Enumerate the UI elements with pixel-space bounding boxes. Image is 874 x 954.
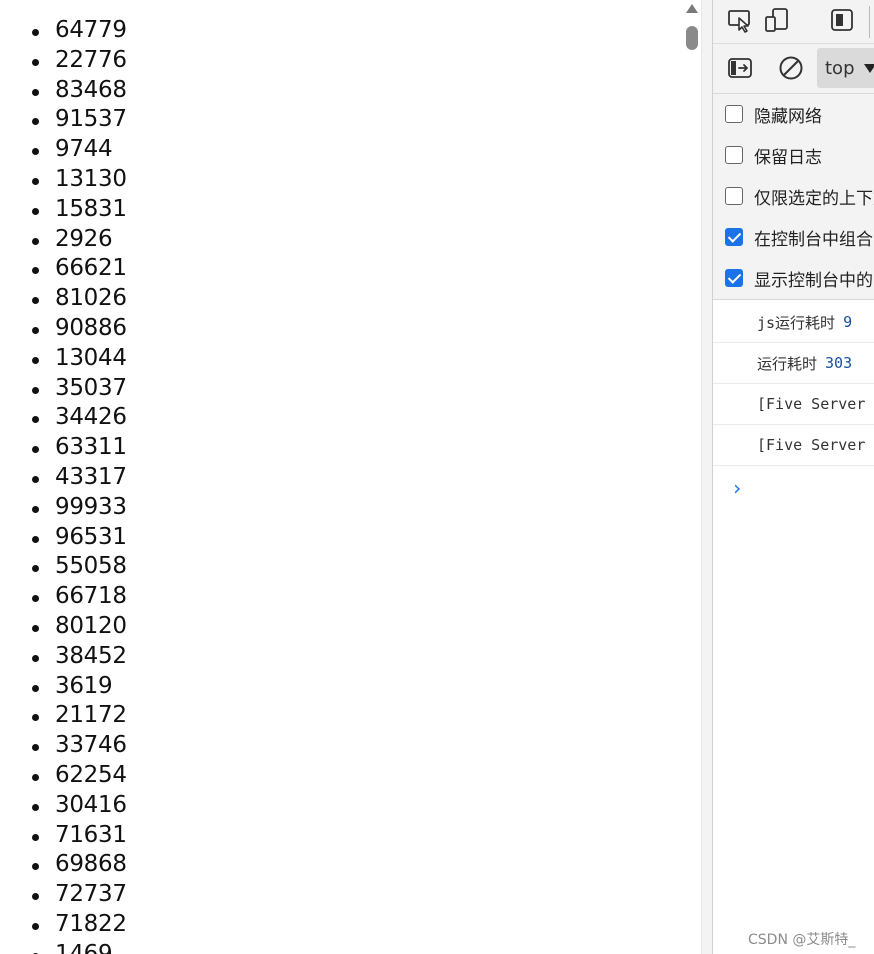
show-sidebar-icon[interactable] [725, 53, 755, 83]
console-settings: 隐藏网络保留日志仅限选定的上下文在控制台中组合显示控制台中的 [713, 94, 874, 300]
console-log-entry: [Five Server [713, 425, 874, 466]
context-selector-value: top [825, 57, 855, 79]
page-content: 64779 22776 83468 91537 9744 13130 15831 2926 66… [0, 0, 684, 954]
list-item: 91537 [0, 105, 127, 135]
list-item: 66718 [0, 582, 127, 612]
list-item: 13044 [0, 344, 127, 374]
setting-label: 隐藏网络 [754, 106, 822, 127]
list-item: 71822 [0, 910, 127, 940]
setting-label: 保留日志 [754, 147, 822, 168]
setting-checkbox[interactable] [725, 228, 743, 246]
list-item: 80120 [0, 612, 127, 642]
dock-side-icon[interactable] [827, 5, 857, 35]
setting-checkbox[interactable] [725, 146, 743, 164]
list-item: 33746 [0, 731, 127, 761]
list-item: 15831 [0, 195, 127, 225]
toolbar-separator [869, 6, 870, 38]
setting-option[interactable]: 仅限选定的上下文 [725, 184, 874, 209]
devtools-panel: top 隐藏网络保留日志仅限选定的上下文在控制台中组合显示控制台中的 › js运… [712, 0, 874, 954]
setting-label: 仅限选定的上下文 [754, 188, 874, 209]
setting-label: 在控制台中组合 [754, 229, 873, 250]
watermark: CSDN @艾斯特_ [748, 932, 856, 948]
setting-checkbox[interactable] [725, 187, 743, 205]
setting-option[interactable]: 保留日志 [725, 143, 822, 168]
list-item: 2926 [0, 225, 127, 255]
list-item: 72737 [0, 880, 127, 910]
list-item: 83468 [0, 76, 127, 106]
list-item: 38452 [0, 642, 127, 672]
setting-checkbox[interactable] [725, 105, 743, 123]
list-item: 13130 [0, 165, 127, 195]
scroll-thumb[interactable] [686, 26, 698, 50]
list-item: 30416 [0, 791, 127, 821]
scroll-up-arrow-icon[interactable] [686, 4, 698, 13]
list-item: 96531 [0, 523, 127, 553]
log-message: [Five Server [757, 395, 866, 413]
devtools-resize-handle[interactable] [701, 0, 712, 954]
setting-checkbox[interactable] [725, 269, 743, 287]
console-prompt-icon[interactable]: › [731, 476, 743, 500]
clear-console-icon[interactable] [776, 53, 806, 83]
list-item: 21172 [0, 701, 127, 731]
log-message: 运行耗时 [757, 354, 818, 373]
setting-option[interactable]: 隐藏网络 [725, 102, 822, 127]
list-item: 69868 [0, 850, 127, 880]
log-message: js运行耗时 [757, 313, 836, 332]
list-item: 71631 [0, 821, 127, 851]
list-item: 43317 [0, 463, 127, 493]
list-item: 9744 [0, 135, 127, 165]
console-log-entry: js运行耗时 9 [713, 302, 874, 343]
list-item: 66621 [0, 254, 127, 284]
console-log-entry: [Five Server [713, 384, 874, 425]
number-list: 64779 22776 83468 91537 9744 13130 15831 2926 66… [0, 16, 127, 954]
context-selector[interactable]: top [817, 48, 874, 88]
setting-option[interactable]: 显示控制台中的 [725, 266, 873, 291]
list-item: 62254 [0, 761, 127, 791]
list-item: 90886 [0, 314, 127, 344]
list-item: 3619 [0, 672, 127, 702]
list-item: 22776 [0, 46, 127, 76]
setting-option[interactable]: 在控制台中组合 [725, 225, 873, 250]
console-output: › js运行耗时 9 运行耗时 303 [Five Server [Five Server [713, 300, 874, 954]
console-log-entry: 运行耗时 303 [713, 343, 874, 384]
setting-label: 显示控制台中的 [754, 270, 873, 291]
devtools-top-toolbar [713, 0, 874, 44]
inspect-element-icon[interactable] [725, 5, 755, 35]
list-item: 34426 [0, 403, 127, 433]
log-value: 9 [843, 313, 853, 331]
log-message: [Five Server [757, 436, 866, 454]
list-item: 81026 [0, 284, 127, 314]
page-scrollbar[interactable] [684, 0, 700, 954]
log-value: 303 [825, 354, 853, 372]
list-item: 63311 [0, 433, 127, 463]
device-toolbar-icon[interactable] [762, 5, 792, 35]
list-item: 1469 [0, 940, 127, 954]
list-item: 64779 [0, 16, 127, 46]
chevron-down-icon [863, 63, 874, 73]
console-toolbar: top [713, 44, 874, 94]
list-item: 35037 [0, 374, 127, 404]
list-item: 99933 [0, 493, 127, 523]
list-item: 55058 [0, 552, 127, 582]
